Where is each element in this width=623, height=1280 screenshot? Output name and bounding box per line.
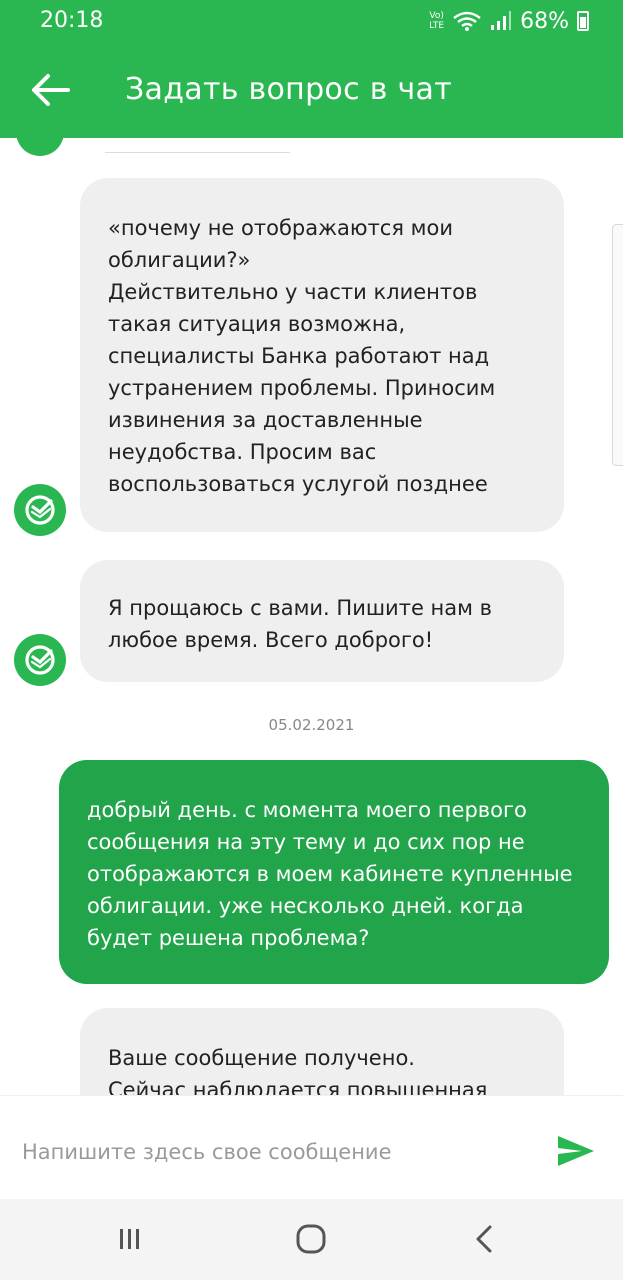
message-input[interactable] (22, 1134, 522, 1170)
app-bar: Задать вопрос в чат (0, 42, 623, 138)
recent-apps-icon[interactable] (110, 1221, 150, 1257)
status-icons: Vo) LTE 68% (429, 6, 589, 36)
back-chevron-icon[interactable] (466, 1221, 506, 1257)
volte-top-label: Vo) (429, 11, 444, 21)
wifi-icon (453, 11, 481, 31)
volte-icon: Vo) LTE (429, 11, 444, 31)
bank-logo-icon (25, 645, 55, 675)
bank-logo-icon (25, 495, 55, 525)
send-icon[interactable] (556, 1134, 596, 1168)
avatar (16, 138, 64, 156)
chat-history[interactable]: «почему не отображаются мои облигации?» … (0, 138, 623, 1095)
divider (105, 152, 290, 153)
composer (0, 1095, 623, 1199)
system-nav-bar (0, 1199, 623, 1280)
message-bubble-outgoing: добрый день. с момента моего первого соо… (59, 760, 609, 984)
signal-icon (491, 11, 512, 30)
volte-bottom-label: LTE (429, 21, 445, 31)
bank-logo-avatar (14, 484, 66, 536)
status-bar: 20:18 Vo) LTE 68% (0, 0, 623, 42)
status-time: 20:18 (40, 8, 104, 33)
page-title: Задать вопрос в чат (125, 72, 453, 107)
home-icon[interactable] (291, 1221, 331, 1257)
battery-percent: 68% (520, 8, 569, 34)
arrow-left-icon[interactable] (28, 68, 72, 112)
message-bubble-incoming: Ваше сообщение получено. Сейчас наблюдае… (80, 1008, 564, 1095)
bank-logo-avatar (14, 634, 66, 686)
date-separator: 05.02.2021 (268, 716, 355, 734)
scrollbar[interactable] (612, 224, 623, 466)
message-bubble-incoming: «почему не отображаются мои облигации?» … (80, 178, 564, 532)
message-bubble-incoming: Я прощаюсь с вами. Пишите нам в любое вр… (80, 560, 564, 682)
battery-icon (577, 11, 589, 31)
